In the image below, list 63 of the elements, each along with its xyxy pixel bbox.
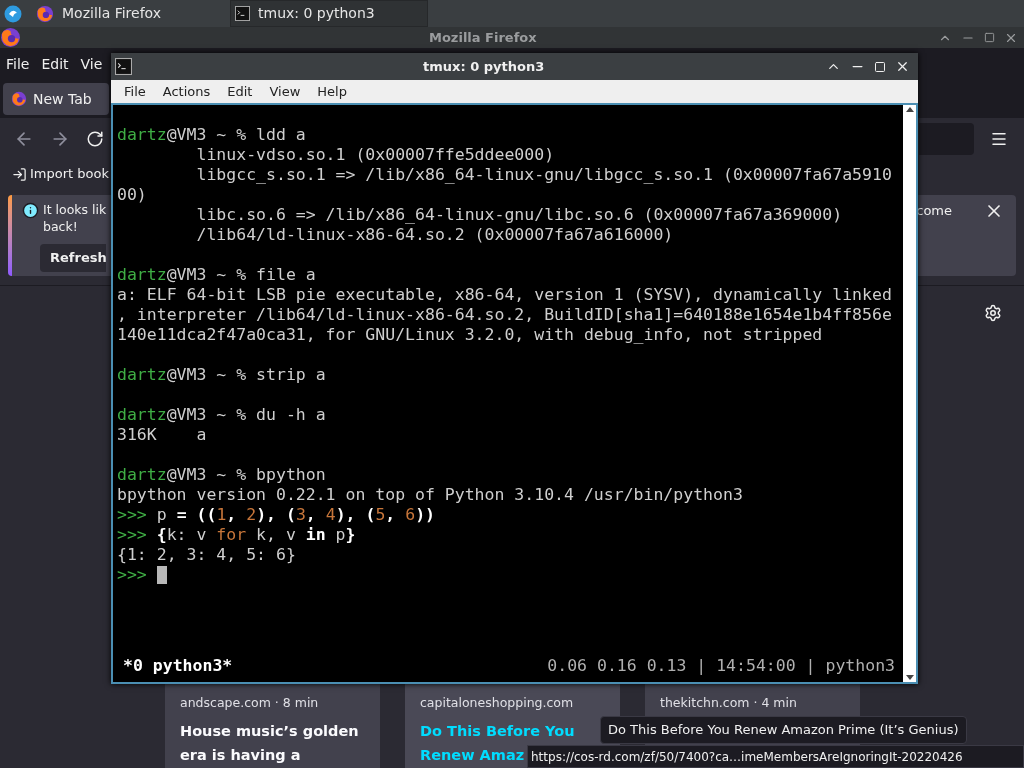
terminal-line: >>> [117, 565, 903, 585]
window-title: tmux: 0 python3 [423, 57, 545, 76]
terminal-line: , interpreter /lib64/ld-linux-x86-64.so.2, BuildID[sha1]=640188e1654e1b4ff856e [117, 305, 893, 325]
terminal-icon [235, 6, 250, 21]
terminal-line: linux-vdso.so.1 (0x00007ffe5ddee000) [195, 145, 556, 165]
firefox-logo-icon [11, 91, 27, 107]
terminal-line: >>> {k: v for k, v in p} [117, 525, 357, 545]
terminal-icon [115, 58, 132, 75]
terminal-line: dartz@VM3 ~ % file a [117, 265, 317, 285]
terminal-line: a: ELF 64-bit LSB pie executable, x86-64, version 1 (SYSV), dynamically linked [117, 285, 893, 305]
scroll-down-icon[interactable] [905, 675, 914, 680]
taskbar-task[interactable]: tmux: 0 python3 [230, 0, 428, 27]
story-title[interactable]: era is having a [180, 742, 365, 767]
terminal-line: 140e11dca2f47a0ca31, for GNU/Linux 3.2.0, with debug_info, not stripped [117, 325, 824, 345]
story-source: capitaloneshopping.com [420, 694, 575, 712]
notification-text: come [916, 202, 952, 220]
tooltip: Do This Before You Renew Amazon Prime (It’s Genius) [600, 716, 967, 744]
menu-item[interactable]: View [269, 81, 301, 102]
menu-item[interactable]: Edit [41, 53, 69, 75]
menu-item[interactable]: File [124, 81, 146, 102]
terminal-line: libc.so.6 => /lib/x86_64-linux-gnu/libc.so.6 (0x00007fa67a369000) [195, 205, 844, 225]
scrollbar[interactable] [903, 105, 916, 682]
app-launcher-icon[interactable] [4, 4, 22, 23]
window-title: Mozilla Firefox [429, 28, 537, 47]
notification-text: It looks lik [43, 201, 107, 218]
story-source: andscape.com · 8 min [180, 694, 320, 712]
menu-item[interactable]: Edit [227, 81, 253, 102]
terminal-line: dartz@VM3 ~ % du -h a [117, 405, 327, 425]
tmux-window-label: *0 python3* [123, 656, 233, 676]
firefox-logo-icon [36, 4, 54, 23]
terminal-line: {1: 2, 3: 4, 5: 6} [117, 545, 297, 565]
terminal-line: dartz@VM3 ~ % strip a [117, 365, 327, 385]
address-field[interactable] [919, 123, 974, 155]
terminal-line: dartz@VM3 ~ % bpython [117, 465, 327, 485]
story-source: thekitchn.com · 4 min [660, 694, 798, 712]
menu-item[interactable]: File [6, 53, 30, 75]
terminal-line: 316K a [117, 425, 208, 445]
terminal-line: bpython version 0.22.1 on top of Python 3.10.4 /usr/bin/python3 [117, 485, 744, 505]
terminal-line: /lib64/ld-linux-x86-64.so.2 (0x00007fa67a616000) [195, 225, 675, 245]
import-bookmarks-link[interactable]: Import book [30, 164, 109, 184]
text-cursor [156, 566, 167, 584]
firefox-logo-icon [0, 27, 21, 48]
browser-tab[interactable]: New Tab [3, 83, 109, 115]
refresh-button[interactable]: Refresh [40, 244, 106, 272]
settings-icon[interactable] [984, 304, 1002, 322]
info-icon [22, 202, 39, 219]
terminal-line: libgcc_s.so.1 => /lib/x86_64-linux-gnu/libgcc_s.so.1 (0x00007fa67a5910 [195, 165, 893, 185]
menu-icon[interactable] [990, 130, 1008, 148]
menu-item[interactable]: Help [317, 81, 347, 102]
story-card[interactable]: andscape.com · 8 min House music’s golden era is having a [165, 683, 380, 768]
menu-item[interactable]: Vie [80, 53, 103, 75]
menu-item[interactable]: Actions [162, 81, 211, 102]
import-icon [12, 166, 27, 182]
scroll-up-icon[interactable] [905, 107, 914, 112]
terminal-line: 00) [117, 185, 148, 205]
status-url: https://cos-rd.com/zf/50/7400?ca…imeMembersAreIgnoringIt-20220426 [527, 745, 1024, 768]
tmux-status: 0.06 0.16 0.13 | 14:54:00 | python3 [547, 656, 895, 676]
notification-text: back! [43, 218, 79, 235]
close-icon[interactable] [895, 59, 910, 74]
terminal-line: >>> p = ((1, 2), (3, 4), (5, 6)) [117, 505, 436, 525]
story-title[interactable]: House music’s golden [180, 718, 365, 743]
terminal-line: dartz@VM3 ~ % ldd a [117, 125, 307, 145]
reload-icon[interactable] [86, 130, 104, 148]
